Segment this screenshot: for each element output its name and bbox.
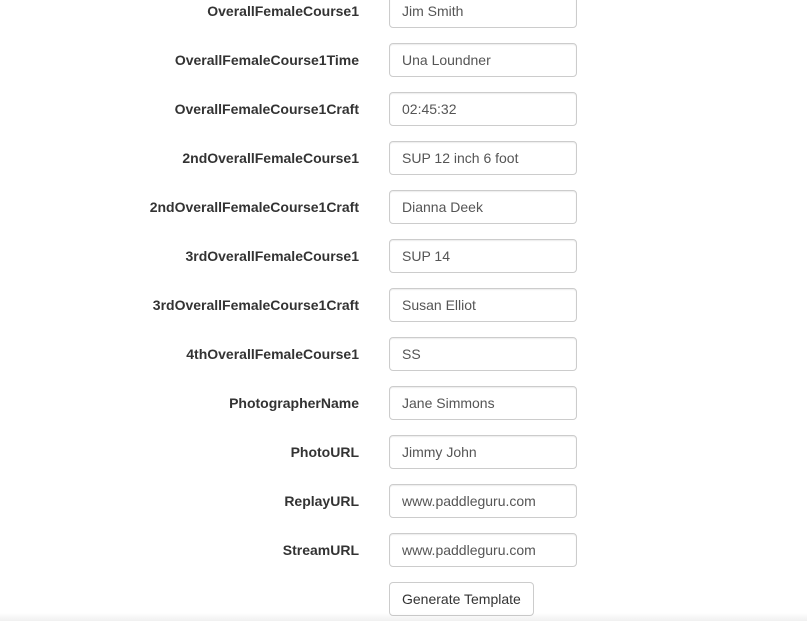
form-row-photographer-name: PhotographerName — [0, 386, 807, 420]
field-label: OverallFemaleCourse1Time — [174, 52, 359, 68]
form-row-replay-url: ReplayURL — [0, 484, 807, 518]
form-row-2nd-overall-female-course1-craft: 2ndOverallFemaleCourse1Craft — [0, 190, 807, 224]
2nd-overall-female-course1-input[interactable] — [389, 141, 577, 175]
overall-female-course1-craft-input[interactable] — [389, 92, 577, 126]
form-row-stream-url: StreamURL — [0, 533, 807, 567]
overall-female-course1-time-input[interactable] — [389, 43, 577, 77]
form-row-2nd-overall-female-course1: 2ndOverallFemaleCourse1 — [0, 141, 807, 175]
form-row-4th-overall-female-course1: 4thOverallFemaleCourse1 — [0, 337, 807, 371]
form-row-3rd-overall-female-course1: 3rdOverallFemaleCourse1 — [0, 239, 807, 273]
field-label: OverallFemaleCourse1Craft — [174, 101, 359, 117]
field-label: 4thOverallFemaleCourse1 — [186, 346, 359, 362]
form-row-overall-female-course1-craft: OverallFemaleCourse1Craft — [0, 92, 807, 126]
generate-template-button[interactable]: Generate Template — [389, 582, 534, 616]
2nd-overall-female-course1-craft-input[interactable] — [389, 190, 577, 224]
field-label: 3rdOverallFemaleCourse1Craft — [152, 297, 359, 313]
field-label: 2ndOverallFemaleCourse1 — [182, 150, 359, 166]
field-label: StreamURL — [282, 542, 359, 558]
stream-url-input[interactable] — [389, 533, 577, 567]
form-row-overall-female-course1-time: OverallFemaleCourse1Time — [0, 43, 807, 77]
bottom-edge-shadow — [0, 613, 807, 621]
photographer-name-input[interactable] — [389, 386, 577, 420]
3rd-overall-female-course1-input[interactable] — [389, 239, 577, 273]
form-row-photo-url: PhotoURL — [0, 435, 807, 469]
form-row-actions: Generate Template — [0, 582, 807, 616]
replay-url-input[interactable] — [389, 484, 577, 518]
4th-overall-female-course1-input[interactable] — [389, 337, 577, 371]
field-label: 2ndOverallFemaleCourse1Craft — [149, 199, 359, 215]
3rd-overall-female-course1-craft-input[interactable] — [389, 288, 577, 322]
form-row-overall-female-course1: OverallFemaleCourse1 — [0, 0, 807, 28]
field-label: ReplayURL — [284, 493, 359, 509]
field-label: 3rdOverallFemaleCourse1 — [185, 248, 359, 264]
overall-female-course1-input[interactable] — [389, 0, 577, 28]
field-label: PhotographerName — [229, 395, 359, 411]
field-label: OverallFemaleCourse1 — [207, 3, 359, 19]
photo-url-input[interactable] — [389, 435, 577, 469]
form-row-3rd-overall-female-course1-craft: 3rdOverallFemaleCourse1Craft — [0, 288, 807, 322]
template-form: OverallFemaleCourse1 OverallFemaleCourse… — [0, 0, 807, 621]
field-label: PhotoURL — [290, 444, 359, 460]
